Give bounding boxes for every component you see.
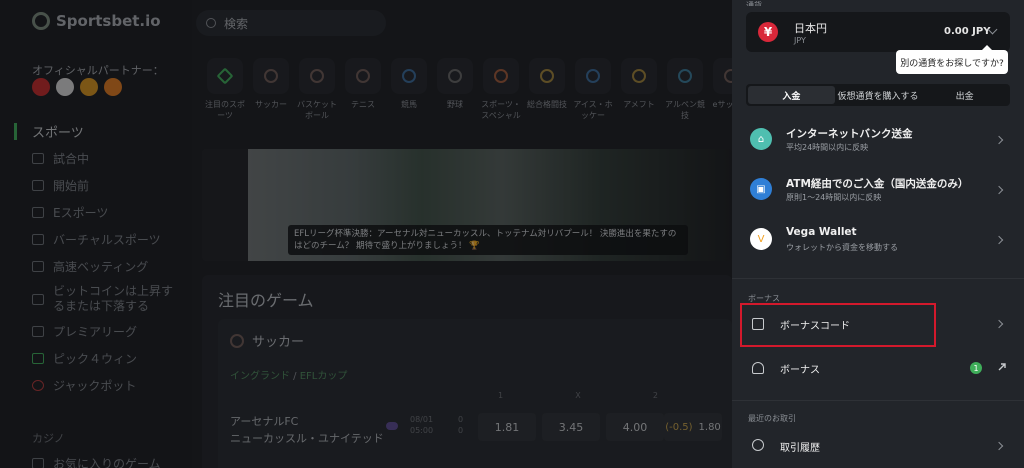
yen-icon: ¥ xyxy=(758,22,778,42)
deposit-tabs: 入金 仮想通貨を購入する 出金 xyxy=(746,84,1010,106)
tab-buy-crypto[interactable]: 仮想通貨を購入する xyxy=(835,86,922,104)
clock-icon xyxy=(752,439,764,451)
bonus-code-highlight xyxy=(740,303,936,347)
divider xyxy=(732,278,1024,279)
modal-overlay[interactable] xyxy=(0,0,732,468)
currency-code: JPY xyxy=(794,36,806,45)
chevron-right-icon xyxy=(994,235,1004,245)
payment-method-title: ATM経由でのご入金（国内送金のみ） xyxy=(786,178,969,190)
divider xyxy=(732,400,1024,401)
payment-method-vega-wallet[interactable]: V Vega Wallet ウォレットから資金を移動する xyxy=(732,216,1024,264)
bonus-icon xyxy=(752,362,764,374)
atm-icon: ▣ xyxy=(750,178,772,200)
bonus-count-badge: 1 xyxy=(970,362,982,374)
transaction-history-row[interactable]: 取引履歴 xyxy=(732,426,1024,466)
bonus-label: ボーナス xyxy=(780,365,820,376)
currency-tooltip: 別の通貨をお探しですか? xyxy=(896,45,1008,74)
external-arrow-icon[interactable] xyxy=(997,362,1007,372)
payment-method-subtitle: 平均24時間以内に反映 xyxy=(786,143,869,152)
payment-method-internet-bank[interactable]: ⌂ インターネットバンク送金 平均24時間以内に反映 xyxy=(732,116,1024,164)
tab-deposit[interactable]: 入金 xyxy=(748,86,835,104)
currency-balance: 0.00 JPY xyxy=(944,26,991,37)
recent-transactions-label: 最近のお取引 xyxy=(748,414,796,423)
payment-method-title: インターネットバンク送金 xyxy=(786,128,913,140)
currency-name: 日本円 xyxy=(794,22,827,35)
payment-method-subtitle: ウォレットから資金を移動する xyxy=(786,243,898,252)
chevron-right-icon xyxy=(994,135,1004,145)
tab-withdraw[interactable]: 出金 xyxy=(921,86,1008,104)
payment-method-subtitle: 原則1～24時間以内に反映 xyxy=(786,193,882,202)
payment-method-atm[interactable]: ▣ ATM経由でのご入金（国内送金のみ） 原則1～24時間以内に反映 xyxy=(732,166,1024,214)
payment-method-title: Vega Wallet xyxy=(786,226,857,238)
transaction-history-label: 取引履歴 xyxy=(780,443,820,454)
bank-icon: ⌂ xyxy=(750,128,772,150)
currency-selector[interactable]: ¥ 日本円 JPY 0.00 JPY xyxy=(746,12,1010,52)
chevron-right-icon xyxy=(994,185,1004,195)
vega-wallet-icon: V xyxy=(750,228,772,250)
chevron-right-icon xyxy=(994,319,1004,329)
currency-section-label: 通貨 xyxy=(746,1,762,6)
chevron-right-icon xyxy=(994,441,1004,451)
